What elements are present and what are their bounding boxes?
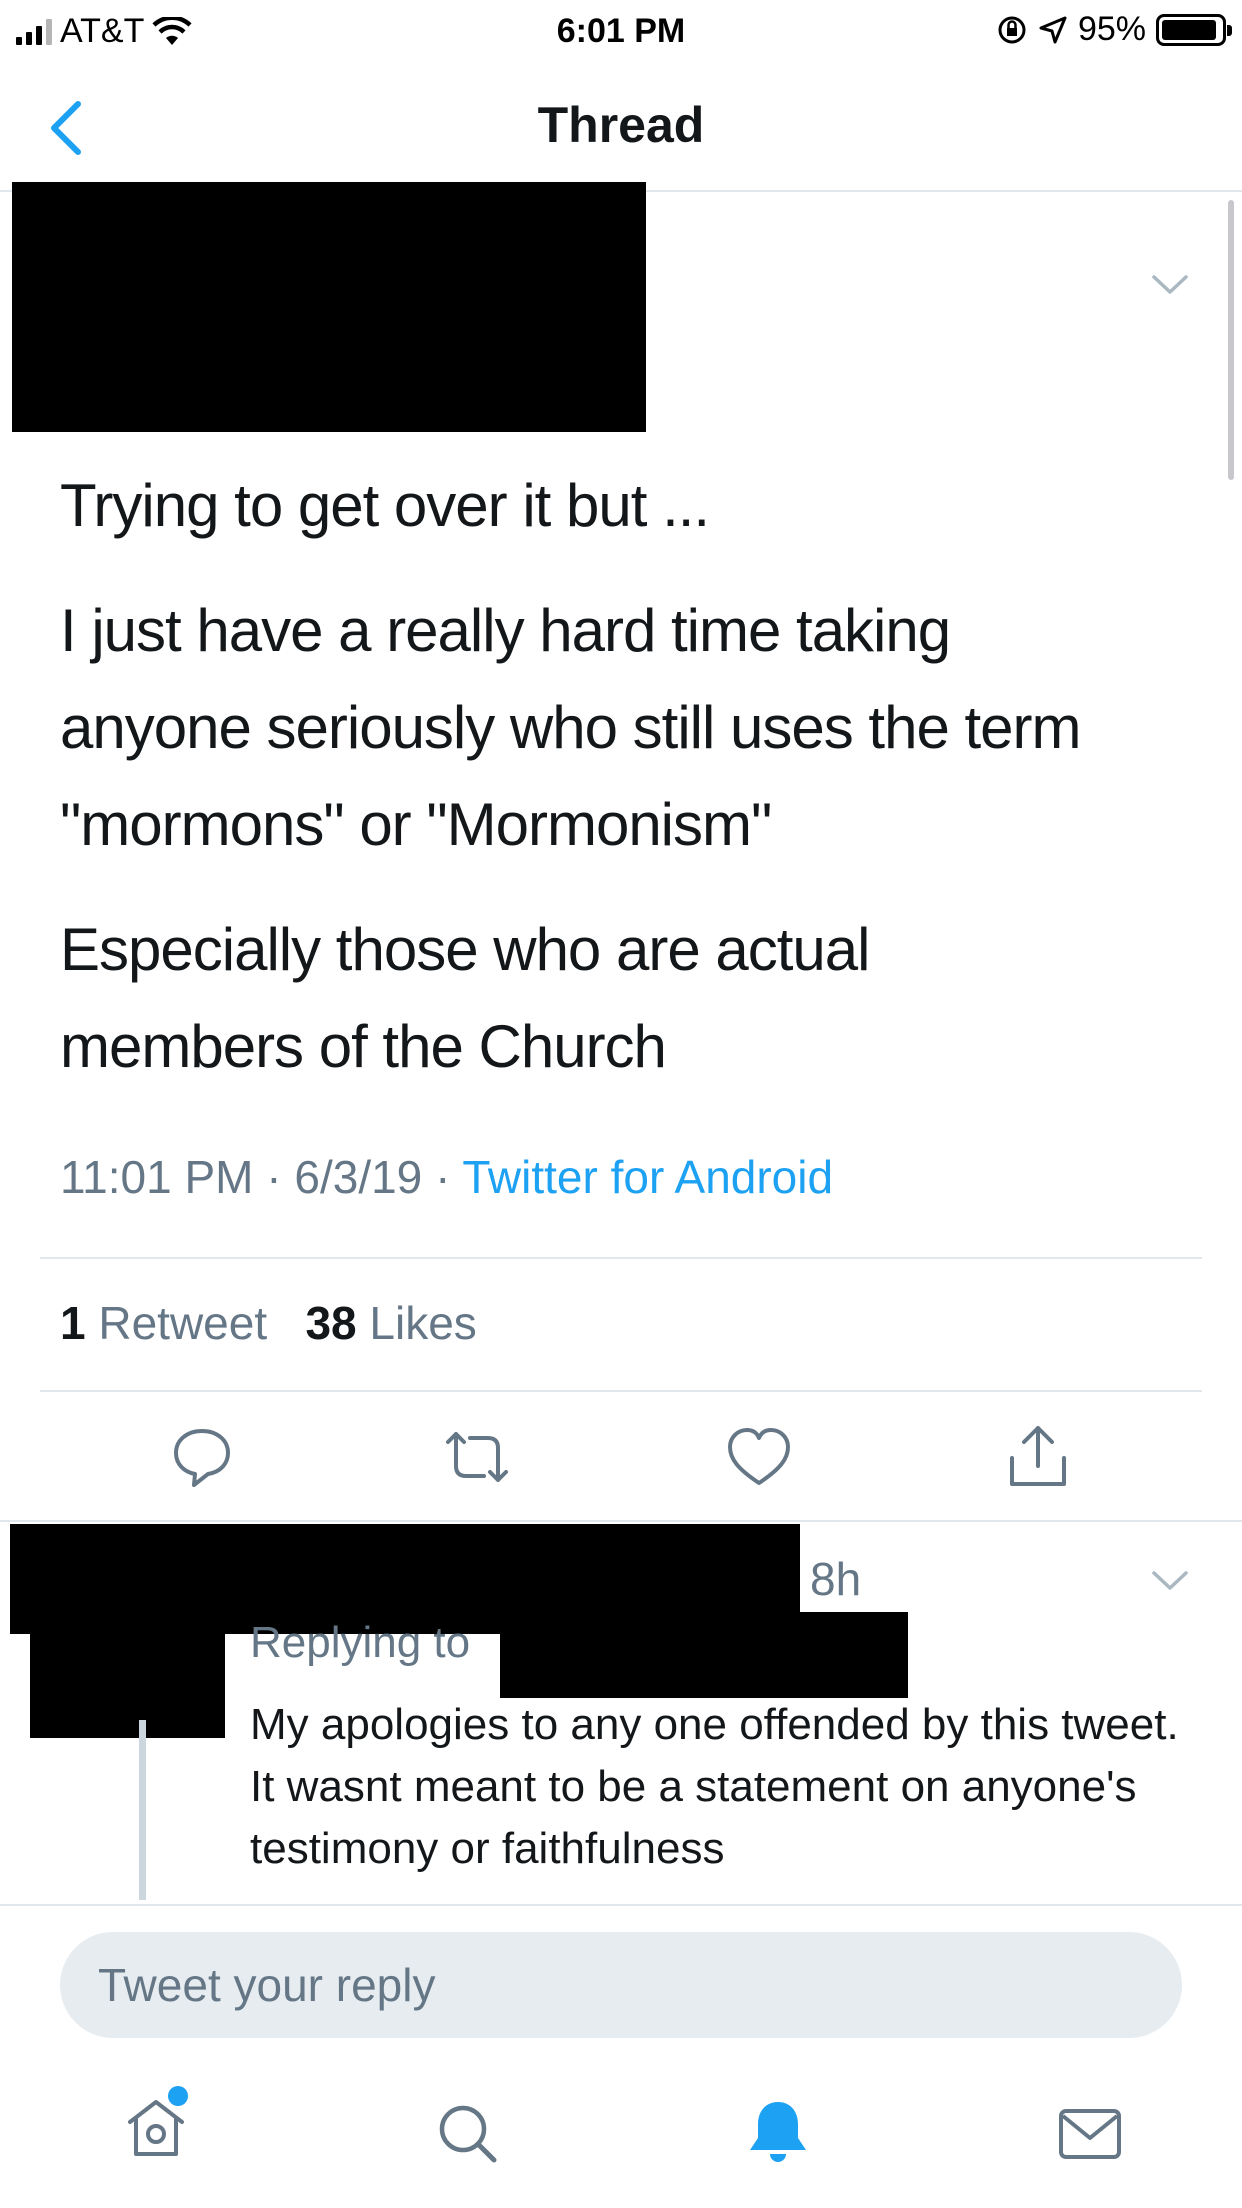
- replying-to-label: Replying to: [250, 1618, 471, 1667]
- reply-text: My apologies to any one offended by this…: [250, 1700, 1179, 1873]
- retweet-icon[interactable]: [440, 1428, 514, 1488]
- thread-connector-line: [139, 1720, 146, 1900]
- battery-percent: 95%: [1077, 10, 1146, 48]
- share-icon[interactable]: [1006, 1422, 1070, 1490]
- like-count: 38: [305, 1297, 357, 1349]
- tweet-line: members of the Church: [60, 1013, 667, 1080]
- tweet-line: Trying to get over it but ...: [60, 472, 710, 539]
- tweet-date: 6/3/19: [294, 1151, 423, 1203]
- meta-separator: ·: [435, 1151, 463, 1203]
- redacted-replying-to-handle: [500, 1612, 908, 1698]
- like-label: Likes: [369, 1297, 477, 1349]
- tweet-time: 11:01 PM: [60, 1151, 254, 1203]
- notifications-bell-icon[interactable]: [746, 2098, 810, 2166]
- tweet-source-link[interactable]: Twitter for Android: [462, 1151, 833, 1203]
- retweets-stat[interactable]: 1 Retweet: [60, 1297, 267, 1349]
- page-title: Thread: [537, 97, 705, 153]
- like-heart-icon[interactable]: [726, 1425, 792, 1489]
- status-right: 95%: [996, 10, 1232, 49]
- reply-compose-input[interactable]: [60, 1932, 1182, 2038]
- redacted-reply-avatar: [30, 1632, 225, 1738]
- tweet-stats: 1 Retweet 38 Likes: [60, 1296, 477, 1350]
- divider: [40, 1390, 1202, 1392]
- scroll-indicator: [1228, 200, 1234, 480]
- home-notification-dot: [168, 2086, 188, 2106]
- search-icon[interactable]: [436, 2102, 500, 2166]
- retweet-count: 1: [60, 1297, 86, 1349]
- nav-bar: Thread: [0, 62, 1242, 192]
- messages-envelope-icon[interactable]: [1058, 2108, 1122, 2160]
- reply-options-chevron-icon[interactable]: [1150, 1568, 1190, 1594]
- status-bar: AT&T 6:01 PM 95%: [0, 0, 1242, 62]
- tweet-options-chevron-icon[interactable]: [1150, 272, 1190, 298]
- divider: [0, 1520, 1242, 1522]
- reply-icon[interactable]: [170, 1425, 234, 1489]
- location-arrow-icon: [1039, 16, 1067, 43]
- tweet-meta: 11:01 PM · 6/3/19 · Twitter for Android: [60, 1150, 833, 1204]
- rotation-lock-icon: [998, 16, 1026, 43]
- tweet-line: I just have a really hard time taking: [60, 597, 951, 664]
- retweet-label: Retweet: [98, 1297, 268, 1349]
- reply-timestamp: 8h: [810, 1553, 862, 1605]
- tweet-line: anyone seriously who still uses the term: [60, 694, 1082, 761]
- compose-divider: [0, 1904, 1242, 1906]
- tweet-line: Especially those who are actual: [60, 916, 870, 983]
- battery-icon: [1156, 13, 1232, 46]
- likes-stat[interactable]: 38 Likes: [305, 1297, 476, 1349]
- divider: [40, 1257, 1202, 1259]
- meta-separator: ·: [266, 1151, 295, 1203]
- redacted-author-block: [12, 182, 646, 432]
- tweet-line: "mormons" or "Mormonism": [60, 791, 772, 858]
